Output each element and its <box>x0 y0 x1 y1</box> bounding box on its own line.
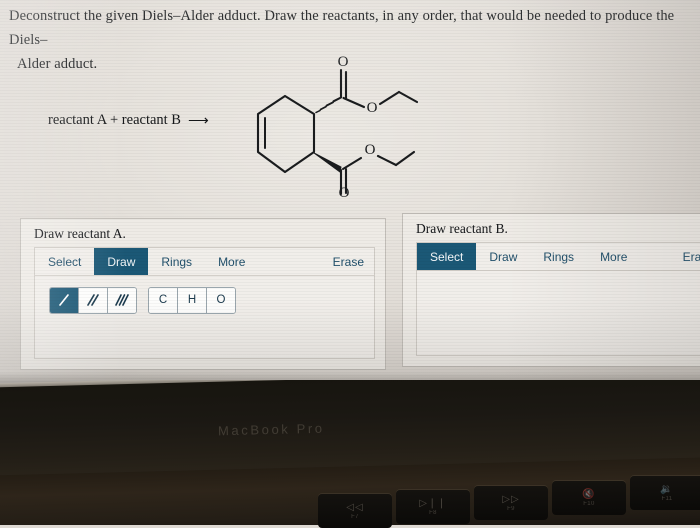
key-f8-label: F8 <box>429 509 437 516</box>
single-bond-button[interactable] <box>50 287 79 313</box>
key-f11-label: F11 <box>661 495 673 502</box>
atom-label-group: O O O O <box>338 54 378 197</box>
reaction-equation: reactant A + reactant B ⟶ <box>48 112 209 129</box>
key-f10[interactable]: 🔇 F10 <box>552 481 626 515</box>
panel-b-tab-row: Select Draw Rings More Erase <box>417 243 700 271</box>
laptop-screen: Deconstruct the given Diels–Alder adduct… <box>0 0 700 400</box>
panel-a-tool-row: C H O <box>35 276 374 317</box>
reactant-a-editor[interactable]: Select Draw Rings More Erase C H O <box>34 247 375 359</box>
tab-draw-a[interactable]: Draw <box>94 248 149 275</box>
atom-button-o[interactable]: O <box>207 287 235 313</box>
double-bond-button[interactable] <box>79 287 108 313</box>
tab-more-b[interactable]: More <box>587 243 640 270</box>
question-line-1: Deconstruct the given Diels–Alder adduct… <box>9 8 675 48</box>
bold-wedge-bond <box>313 152 342 173</box>
key-f9-label: F9 <box>507 505 515 512</box>
bottom-ch2-to-ch3 <box>394 150 416 167</box>
triple-bond-button[interactable] <box>108 287 136 313</box>
atom-label-carbonyl-o-top: O <box>338 54 349 70</box>
key-f10-label: F10 <box>583 500 595 507</box>
erase-button-a[interactable]: Erase <box>323 248 374 275</box>
atom-label-carbonyl-o-bottom: O <box>339 185 350 197</box>
atom-tool-group: C H O <box>148 286 236 314</box>
tab-rings-b[interactable]: Rings <box>530 243 587 270</box>
atom-label-ester-o-top: O <box>367 100 378 116</box>
tab-draw-b[interactable]: Draw <box>476 243 530 270</box>
double-bond-icon <box>87 294 99 306</box>
rewind-icon: ◁◁ <box>346 501 364 513</box>
reactant-b-panel: Draw reactant B. Select Draw Rings More … <box>402 213 700 367</box>
molecule-svg: O O O O <box>256 54 418 197</box>
atom-button-c[interactable]: C <box>149 287 178 313</box>
tab-more-a[interactable]: More <box>205 248 258 275</box>
tab-select-b[interactable]: Select <box>417 243 477 270</box>
single-bond-icon <box>59 294 69 306</box>
bottom-o-to-ch2 <box>376 154 398 167</box>
reaction-arrow-icon: ⟶ <box>187 113 209 129</box>
bottom-c-to-ester-o <box>341 156 363 171</box>
top-o-to-ch2 <box>378 90 401 106</box>
triple-bond-icon <box>115 294 129 306</box>
diels-alder-adduct-structure: O O O O <box>228 52 418 197</box>
tab-rings-a[interactable]: Rings <box>148 248 205 275</box>
top-c-to-ester-o <box>342 96 366 109</box>
reactant-b-editor[interactable]: Select Draw Rings More Erase <box>416 242 700 356</box>
cyclohexene-ring <box>256 94 316 174</box>
mute-icon: 🔇 <box>582 488 596 500</box>
key-f7[interactable]: ◁◁ F7 <box>318 494 392 528</box>
key-f8[interactable]: ▷❘❘ F8 <box>396 490 470 524</box>
panel-a-tab-row: Select Draw Rings More Erase <box>35 248 374 276</box>
top-ch2-to-ch3 <box>397 90 418 104</box>
tab-select-a[interactable]: Select <box>35 248 94 275</box>
key-f11[interactable]: 🔉 F11 <box>630 476 700 510</box>
fast-forward-icon: ▷▷ <box>502 493 520 505</box>
macbook-pro-logo: MacBook Pro <box>217 420 325 439</box>
equation-reactants: reactant A + reactant B <box>48 112 181 128</box>
reactant-a-panel: Draw reactant A. Select Draw Rings More … <box>20 218 386 370</box>
key-f9[interactable]: ▷▷ F9 <box>474 486 548 520</box>
play-pause-icon: ▷❘❘ <box>419 497 447 509</box>
panel-a-title: Draw reactant A. <box>34 226 126 241</box>
atom-label-ester-o-bottom: O <box>365 142 376 158</box>
volume-down-icon: 🔉 <box>660 483 674 495</box>
panel-b-title: Draw reactant B. <box>416 221 508 236</box>
hashed-wedge-bond <box>315 96 343 114</box>
function-key-row: ◁◁ F7 ▷❘❘ F8 ▷▷ F9 🔇 F10 🔉 F11 <box>0 476 700 528</box>
atom-button-h[interactable]: H <box>178 287 207 313</box>
key-f7-label: F7 <box>351 513 359 520</box>
erase-button-b[interactable]: Erase <box>673 243 700 270</box>
bond-tool-group <box>49 286 137 314</box>
